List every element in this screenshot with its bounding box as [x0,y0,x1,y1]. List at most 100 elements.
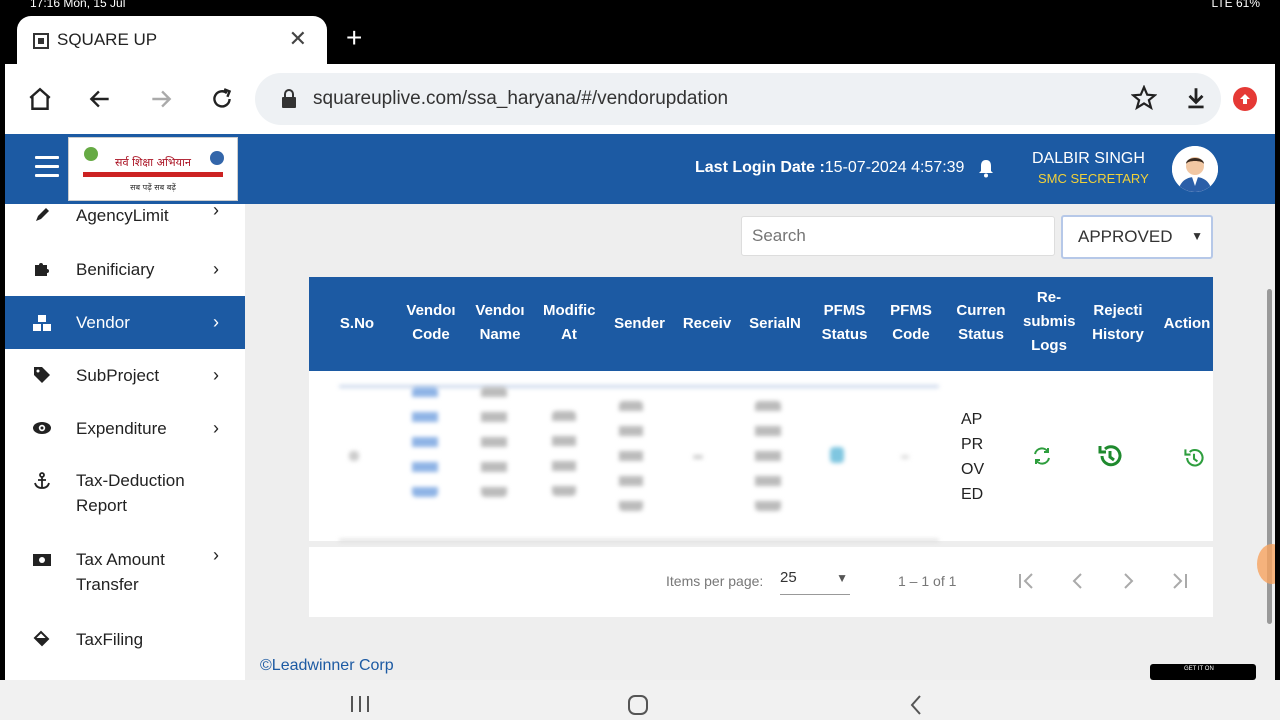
user-name: DALBIR SINGH [1032,150,1145,167]
sidebar: AgencyLimit › Benificiary › Vendor › Sub… [5,200,254,680]
col-sno[interactable]: S.No [327,312,387,336]
pen-icon [31,204,53,226]
status-filter-select[interactable]: APPROVED ▼ [1061,215,1213,259]
app-window: सर्व शिक्षा अभियान सब पढ़ें सब बढ़ें Las… [5,134,1275,680]
forward-icon[interactable] [146,84,176,114]
page-size-value: 25 [780,569,797,586]
sidebar-item-label: Tax Amount [76,550,165,569]
browser-tab[interactable]: SQUARE UP ✕ [17,16,327,66]
last-login: Last Login Date :15-07-2024 4:57:39 [695,159,964,177]
sidebar-item-tax-amount-transfer[interactable]: Tax Amount Transfer › [5,545,245,599]
browser-tab-strip: SQUARE UP ✕ + [0,14,1280,66]
blurred-cell-pfms-code [901,455,909,459]
chevron-down-icon: ▼ [1191,229,1203,243]
home-nav-icon[interactable] [627,694,649,716]
avatar[interactable] [1172,146,1218,192]
bell-icon[interactable] [977,158,995,178]
sidebar-item-label-2: Transfer [76,575,139,594]
last-login-label: Last Login Date : [695,159,825,176]
blurred-cell-vendor-code[interactable] [412,387,438,497]
menu-icon[interactable] [35,156,59,178]
sidebar-item-label: SubProject [76,365,160,385]
page-size-select[interactable]: 25 ▼ [780,569,850,595]
col-vendor-code[interactable]: Vendoı Code [405,299,457,347]
sidebar-item-subproject[interactable]: SubProject › [5,361,245,389]
paginator: Items per page: 25 ▼ 1 – 1 of 1 [309,547,1213,617]
floating-assistant-button[interactable] [1257,544,1275,584]
chevron-right-icon: › [213,417,219,438]
chevron-right-icon: › [213,312,219,332]
blurred-cell-sno [349,451,359,461]
recent-apps-icon[interactable] [349,694,371,714]
status-indicators: LTE 61% [1211,0,1260,10]
sidebar-item-label: AgencyLimit [76,205,169,225]
col-pfms-code[interactable]: PFMS Code [885,299,937,347]
sidebar-item-label-2: Report [76,496,128,515]
blurred-cell-modified-at [552,411,576,496]
back-nav-icon[interactable] [908,694,924,716]
anchor-icon [31,470,53,492]
col-action[interactable]: Action [1161,312,1213,336]
chevron-right-icon: › [213,200,219,220]
new-tab-icon[interactable]: + [346,24,362,52]
first-page-icon[interactable] [1014,567,1042,595]
resubmit-sync-icon[interactable] [1031,445,1053,467]
search-input[interactable] [741,216,1055,256]
page-range-label: 1 – 1 of 1 [898,573,957,589]
android-nav-bar [0,680,1280,720]
current-status-cell: AP PR OV ED [961,411,985,503]
update-icon[interactable] [1233,87,1257,111]
col-sender[interactable]: Sender [612,312,667,336]
col-vendor-name[interactable]: Vendoı Name [474,299,526,347]
col-current-status[interactable]: Curren Status [954,299,1008,347]
previous-page-icon[interactable] [1064,567,1092,595]
sidebar-item-label: Benificiary [76,259,155,279]
eye-icon [31,417,53,439]
chevron-down-icon: ▼ [836,571,848,585]
user-role: SMC SECRETARY [1038,171,1149,186]
col-modified-at[interactable]: Modific At [543,299,595,347]
sidebar-item-taxfiling[interactable]: TaxFiling [5,625,245,653]
tag-icon [31,364,53,386]
reload-icon[interactable] [207,84,237,114]
sidebar-item-tax-deduction-report[interactable]: Tax-Deduction Report [5,468,245,520]
blurred-cell-receiver [693,455,703,459]
blurred-cell-vendor-name [481,387,507,497]
chevron-right-icon: › [213,258,219,279]
logo-title: सर्व शिक्षा अभियान [115,156,192,169]
close-tab-icon[interactable]: ✕ [289,26,307,52]
col-receiver[interactable]: Receiv [681,312,733,336]
fill-drip-icon [31,628,53,650]
footer-copyright[interactable]: ©Leadwinner Corp [260,657,394,675]
col-resubmission-logs[interactable]: Re-submis Logs [1023,286,1075,358]
sidebar-item-vendor[interactable]: Vendor › [5,296,245,349]
download-icon[interactable] [1183,85,1209,111]
sidebar-item-label: Expenditure [76,418,167,438]
tab-title: SQUARE UP [57,30,158,49]
favicon-icon [33,33,49,49]
action-history-icon[interactable] [1182,446,1206,470]
android-status-bar: 17:16 Mon, 15 Jul LTE 61% [0,0,1280,14]
rejection-history-icon[interactable] [1096,442,1124,470]
last-page-icon[interactable] [1164,567,1192,595]
url-text: squareuplive.com/ssa_haryana/#/vendorupd… [313,88,729,109]
col-serial-no[interactable]: SerialN [749,312,801,336]
col-rejection-history[interactable]: Rejecti History [1091,299,1145,347]
blurred-cell-sender [619,401,643,511]
blurred-cell-pfms-status [830,447,844,463]
items-per-page-label: Items per page: [666,573,764,589]
back-icon[interactable] [85,84,115,114]
cubes-icon [31,312,53,334]
col-pfms-status[interactable]: PFMS Status [817,299,872,347]
lock-icon [282,89,296,108]
sidebar-item-expenditure[interactable]: Expenditure › [5,414,245,442]
table-header: S.No Vendoı Code Vendoı Name Modific At Sen… [309,277,1213,371]
address-bar[interactable]: squareuplive.com/ssa_haryana/#/vendorupd… [255,73,1221,125]
sidebar-item-agencylimit[interactable]: AgencyLimit › [5,200,245,226]
bookmark-star-icon[interactable] [1131,85,1157,111]
home-icon[interactable] [25,84,55,114]
sidebar-item-benificiary[interactable]: Benificiary › [5,255,245,283]
browser-toolbar: squareuplive.com/ssa_haryana/#/vendorupd… [5,64,1275,134]
next-page-icon[interactable] [1114,567,1142,595]
google-play-badge[interactable]: GET IT ON [1150,664,1256,680]
